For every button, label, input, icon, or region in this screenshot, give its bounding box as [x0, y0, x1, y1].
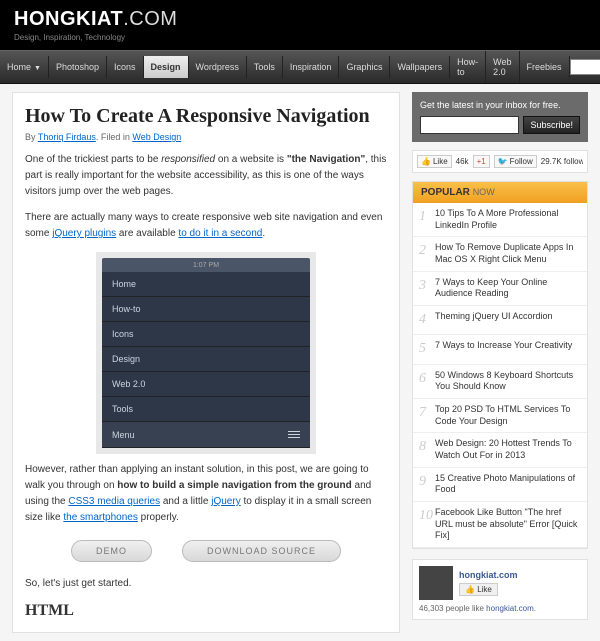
popular-item[interactable]: 4Theming jQuery UI Accordion — [413, 306, 587, 335]
logo-thin: .COM — [123, 8, 177, 30]
nav-inspiration[interactable]: Inspiration — [283, 56, 340, 78]
nav-home[interactable]: Home▼ — [0, 56, 49, 78]
follow-count: 29.7K followe — [541, 157, 583, 166]
article-main: How To Create A Responsive Navigation By… — [12, 92, 400, 633]
search-input[interactable] — [570, 59, 600, 75]
article-body: One of the trickiest parts to be respons… — [25, 152, 387, 620]
site-header: HONGKIAT.COM Design, Inspiration, Techno… — [0, 0, 600, 50]
nav-icons[interactable]: Icons — [107, 56, 144, 78]
nav-tools[interactable]: Tools — [247, 56, 283, 78]
fb-page-link[interactable]: hongkiat.com — [486, 604, 534, 613]
action-buttons: DEMO DOWNLOAD SOURCE — [25, 540, 387, 562]
phone-menu-item: Tools — [102, 397, 310, 422]
fb-like-count: 46k — [456, 157, 469, 166]
phone-menu: Home How-to Icons Design Web 2.0 Tools M… — [102, 272, 310, 448]
subscribe-button[interactable]: Subscribe! — [523, 116, 580, 134]
paragraph: There are actually many ways to create r… — [25, 210, 387, 242]
newsletter-email-input[interactable] — [420, 116, 519, 134]
download-button[interactable]: DOWNLOAD SOURCE — [182, 540, 341, 562]
fb-page-name[interactable]: hongkiat.com — [459, 570, 518, 580]
sidebar: Get the latest in your inbox for free. S… — [412, 92, 588, 633]
popular-list: 110 Tips To A More Professional LinkedIn… — [413, 203, 587, 548]
phone-menu-toggle: Menu — [102, 422, 310, 448]
search-box — [570, 59, 600, 75]
nav-howto[interactable]: How-to — [450, 51, 486, 83]
tagline: Design, Inspiration, Technology — [14, 33, 586, 42]
phone-menu-item: Icons — [102, 322, 310, 347]
popular-item[interactable]: 10Facebook Like Button "The href URL mus… — [413, 502, 587, 548]
popular-item[interactable]: 37 Ways to Keep Your Online Audience Rea… — [413, 272, 587, 306]
hamburger-icon — [288, 429, 300, 440]
nav-wordpress[interactable]: Wordpress — [189, 56, 247, 78]
phone-menu-item: How-to — [102, 297, 310, 322]
newsletter-box: Get the latest in your inbox for free. S… — [412, 92, 588, 142]
fb-like-text: 46,303 people like hongkiat.com. — [419, 604, 581, 613]
paragraph: So, let's just get started. — [25, 576, 387, 592]
popular-item[interactable]: 110 Tips To A More Professional LinkedIn… — [413, 203, 587, 237]
paragraph: However, rather than applying an instant… — [25, 462, 387, 526]
nav-wallpapers[interactable]: Wallpapers — [390, 56, 450, 78]
section-heading-html: HTML — [25, 602, 387, 620]
demo-button[interactable]: DEMO — [71, 540, 152, 562]
chevron-down-icon: ▼ — [34, 65, 41, 72]
nav-design[interactable]: Design — [144, 56, 189, 78]
popular-item[interactable]: 57 Ways to Increase Your Creativity — [413, 335, 587, 364]
gplus-button[interactable]: +1 — [473, 155, 490, 168]
social-bar: 👍Like 46k +1 🐦Follow 29.7K followe — [412, 150, 588, 173]
nav-freebies[interactable]: Freebies — [520, 56, 570, 78]
twitter-follow-button[interactable]: 🐦Follow — [494, 155, 537, 168]
link-smartphones[interactable]: the smartphones — [63, 512, 138, 523]
phone-menu-item: Design — [102, 347, 310, 372]
byline: By Thoriq Firdaus. Filed in Web Design — [25, 132, 387, 142]
popular-box: POPULAR NOW 110 Tips To A More Professio… — [412, 181, 588, 549]
facebook-widget: hongkiat.com 👍 Like 46,303 people like h… — [412, 559, 588, 620]
link-instant[interactable]: to do it in a second — [178, 228, 262, 239]
phone-menu-item: Web 2.0 — [102, 372, 310, 397]
popular-heading: POPULAR NOW — [413, 182, 587, 203]
author-link[interactable]: Thoriq Firdaus — [38, 132, 96, 142]
nav-photoshop[interactable]: Photoshop — [49, 56, 107, 78]
popular-item[interactable]: 7Top 20 PSD To HTML Services To Code You… — [413, 399, 587, 433]
fb-widget-like-button[interactable]: 👍 Like — [459, 583, 498, 596]
newsletter-heading: Get the latest in your inbox for free. — [420, 100, 580, 110]
phone-statusbar: 1:07 PM — [102, 258, 310, 272]
fb-like-button[interactable]: 👍Like — [417, 155, 452, 168]
popular-item[interactable]: 8Web Design: 20 Hottest Trends To Watch … — [413, 433, 587, 467]
nav-web20[interactable]: Web 2.0 — [486, 51, 519, 83]
popular-item[interactable]: 650 Windows 8 Keyboard Shortcuts You Sho… — [413, 365, 587, 399]
logo-bold: HONGKIAT — [14, 8, 123, 30]
nav-graphics[interactable]: Graphics — [339, 56, 390, 78]
link-media-queries[interactable]: CSS3 media queries — [68, 496, 160, 507]
phone-menu-item: Home — [102, 272, 310, 297]
popular-item[interactable]: 915 Creative Photo Manipulations of Food — [413, 468, 587, 502]
popular-item[interactable]: 2How To Remove Duplicate Apps In Mac OS … — [413, 237, 587, 271]
site-logo[interactable]: HONGKIAT.COM — [14, 8, 586, 31]
main-nav: Home▼ Photoshop Icons Design Wordpress T… — [0, 50, 600, 84]
phone-mockup: 1:07 PM Home How-to Icons Design Web 2.0… — [96, 252, 316, 454]
category-link[interactable]: Web Design — [132, 132, 181, 142]
fb-page-thumb — [419, 566, 453, 600]
article-title: How To Create A Responsive Navigation — [25, 105, 387, 128]
link-jquery-plugins[interactable]: jQuery plugins — [52, 228, 116, 239]
paragraph: One of the trickiest parts to be respons… — [25, 152, 387, 200]
link-jquery[interactable]: jQuery — [211, 496, 240, 507]
